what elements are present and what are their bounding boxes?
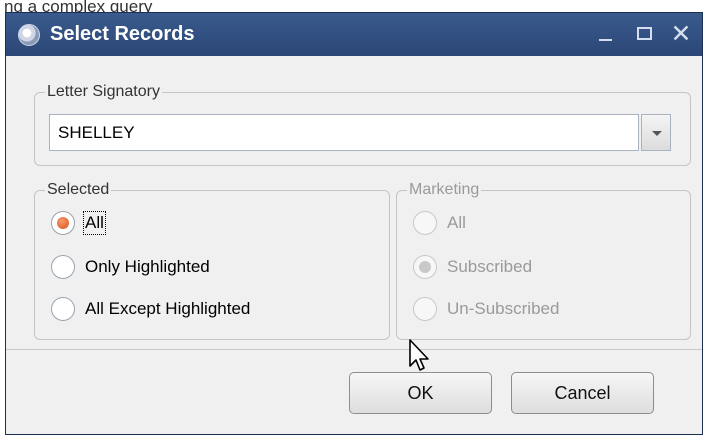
minimize-icon[interactable]	[591, 19, 621, 49]
close-icon[interactable]: ✕	[666, 19, 696, 49]
mouse-cursor-icon	[409, 339, 429, 371]
maximize-icon[interactable]	[630, 19, 660, 49]
radio-label: All Except Highlighted	[85, 299, 251, 318]
radio-button[interactable]	[51, 255, 75, 279]
radio-label: Un-Subscribed	[447, 299, 560, 318]
letter-signatory-label: Letter Signatory	[45, 83, 162, 101]
chevron-down-icon[interactable]	[641, 114, 671, 151]
radio-button	[413, 211, 437, 235]
ok-button[interactable]: OK	[349, 372, 492, 414]
radio-button	[413, 255, 437, 279]
radio-button[interactable]	[51, 211, 75, 235]
radio-label: Only Highlighted	[85, 257, 210, 276]
select-records-dialog: Select Records ✕ Letter Signatory SHELLE…	[5, 12, 703, 435]
cancel-button[interactable]: Cancel	[511, 372, 654, 414]
radio-button[interactable]	[51, 297, 75, 321]
radio-label: All	[447, 213, 466, 232]
divider	[6, 349, 702, 350]
letter-signatory-group: Letter Signatory SHELLEY	[34, 83, 691, 166]
radio-button	[413, 297, 437, 321]
radio-label: All	[83, 211, 106, 235]
marketing-group: Marketing All Subscribed Un-Subscribed	[396, 181, 691, 340]
background-caption: ng a complex query	[4, 0, 153, 12]
letter-signatory-combobox[interactable]: SHELLEY	[49, 114, 639, 151]
radio-label: Subscribed	[447, 257, 533, 276]
selected-group: Selected All Only Highlighted All Except…	[34, 181, 390, 340]
selected-group-label: Selected	[45, 181, 112, 199]
title-bar[interactable]: Select Records ✕	[6, 13, 702, 56]
marketing-group-label: Marketing	[407, 181, 482, 199]
dialog-title: Select Records	[50, 23, 195, 45]
app-icon	[18, 24, 40, 46]
letter-signatory-value: SHELLEY	[58, 123, 135, 142]
